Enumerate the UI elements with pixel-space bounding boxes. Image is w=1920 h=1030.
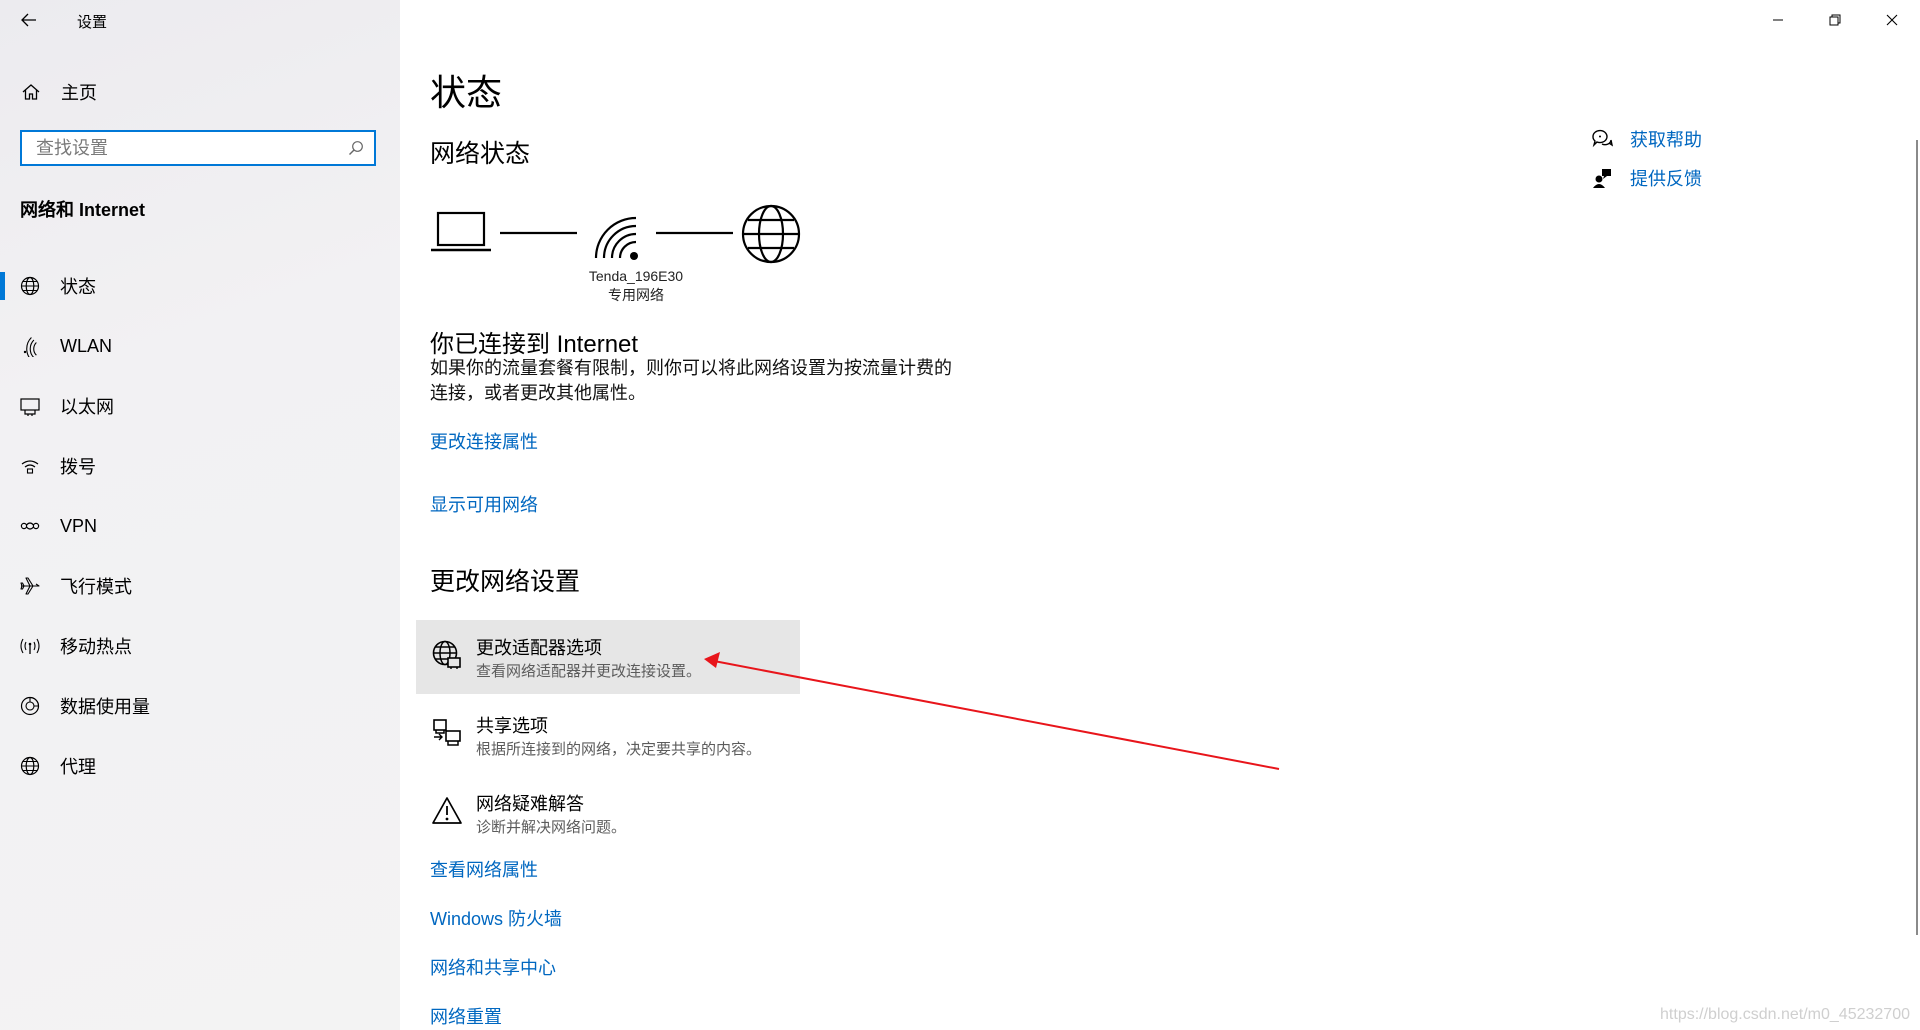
option-title: 共享选项 — [476, 716, 548, 736]
connected-description-line: 连接，或者更改其他属性。 — [430, 383, 646, 403]
airplane-icon — [18, 574, 42, 598]
sidebar-item-wlan[interactable]: WLAN — [0, 316, 400, 376]
close-button[interactable] — [1863, 0, 1920, 40]
option-description: 诊断并解决网络问题。 — [476, 819, 627, 836]
internet-globe-icon — [741, 204, 801, 264]
close-icon — [1886, 14, 1897, 26]
data-usage-icon — [18, 694, 42, 718]
sidebar-item-label: 拨号 — [60, 457, 96, 477]
settings-window: 设置 主页 网络和 Internet 状态 WL — [0, 0, 1920, 1030]
app-title: 设置 — [77, 14, 108, 31]
change-network-settings-title: 更改网络设置 — [430, 568, 581, 596]
globe-status-icon — [18, 274, 42, 298]
windows-firewall-link[interactable]: Windows 防火墙 — [430, 905, 562, 931]
option-title: 网络疑难解答 — [476, 794, 584, 814]
main-content: 状态 网络状态 Tenda_196E30 专用网络 你已连接到 Internet… — [400, 0, 1920, 1030]
sidebar-item-proxy[interactable]: 代理 — [0, 736, 400, 796]
get-help-link[interactable]: 获取帮助 — [1590, 126, 1702, 152]
connected-description: 如果你的流量套餐有限制，则你可以将此网络设置为按流量计费的 连接，或者更改其他属… — [430, 356, 970, 406]
warning-icon — [430, 794, 464, 828]
network-sharing-center-link[interactable]: 网络和共享中心 — [430, 954, 556, 980]
show-available-networks-link[interactable]: 显示可用网络 — [430, 491, 538, 517]
give-feedback-label: 提供反馈 — [1630, 169, 1702, 189]
window-controls — [1749, 0, 1920, 40]
view-network-properties-link[interactable]: 查看网络属性 — [430, 856, 538, 882]
home-icon — [20, 81, 42, 103]
sidebar-nav: 状态 WLAN 以太网 拨号 VPN 飞行模式 移动热点 数据使用量 代理 — [0, 256, 400, 796]
sharing-options-item[interactable]: 共享选项 根据所连接到的网络，决定要共享的内容。 — [416, 698, 800, 772]
sidebar: 设置 主页 网络和 Internet 状态 WL — [0, 0, 400, 1030]
sharing-icon — [430, 716, 464, 750]
network-diagram-graphic — [431, 204, 801, 264]
sidebar-item-label: 移动热点 — [60, 637, 132, 657]
network-type: 专用网络 — [608, 287, 664, 303]
restore-icon — [1829, 14, 1840, 26]
sidebar-item-vpn[interactable]: VPN — [0, 496, 400, 556]
wifi-signal-icon — [594, 216, 638, 260]
adapter-globe-icon — [430, 638, 464, 672]
give-feedback-link[interactable]: 提供反馈 — [1590, 165, 1702, 191]
titlebar-left: 设置 — [0, 0, 400, 40]
search-icon[interactable] — [348, 140, 364, 156]
back-arrow-icon — [21, 13, 36, 27]
search-box — [20, 130, 376, 166]
sidebar-item-status[interactable]: 状态 — [0, 256, 400, 316]
option-description: 查看网络适配器并更改连接设置。 — [476, 663, 702, 680]
home-label: 主页 — [61, 83, 97, 103]
change-connection-properties-link[interactable]: 更改连接属性 — [430, 428, 538, 454]
connected-title: 你已连接到 Internet — [430, 331, 639, 358]
sidebar-item-dialup[interactable]: 拨号 — [0, 436, 400, 496]
restore-button[interactable] — [1806, 0, 1863, 40]
sidebar-item-airplane[interactable]: 飞行模式 — [0, 556, 400, 616]
network-label: Tenda_196E30 专用网络 — [576, 267, 696, 305]
network-diagram: Tenda_196E30 专用网络 — [430, 200, 830, 310]
network-name: Tenda_196E30 — [588, 268, 684, 284]
sidebar-item-label: 以太网 — [60, 397, 114, 417]
sidebar-item-label: VPN — [60, 515, 98, 536]
wifi-icon — [18, 334, 42, 358]
back-button[interactable] — [12, 6, 46, 34]
vpn-icon — [18, 514, 42, 538]
section-title: 网络和 Internet — [20, 200, 146, 220]
adapter-options-item[interactable]: 更改适配器选项 查看网络适配器并更改连接设置。 — [416, 620, 800, 694]
sidebar-item-ethernet[interactable]: 以太网 — [0, 376, 400, 436]
home-nav-item[interactable]: 主页 — [0, 72, 400, 112]
sidebar-item-label: 数据使用量 — [60, 697, 150, 717]
feedback-person-icon — [1590, 166, 1614, 190]
connected-description-line: 如果你的流量套餐有限制，则你可以将此网络设置为按流量计费的 — [430, 358, 952, 378]
scrollbar[interactable] — [1916, 140, 1918, 935]
minimize-icon — [1772, 19, 1783, 21]
network-troubleshooter-item[interactable]: 网络疑难解答 诊断并解决网络问题。 — [416, 776, 800, 850]
minimize-button[interactable] — [1749, 0, 1806, 40]
network-status-title: 网络状态 — [430, 140, 531, 168]
get-help-label: 获取帮助 — [1630, 130, 1702, 150]
sidebar-item-hotspot[interactable]: 移动热点 — [0, 616, 400, 676]
option-title: 更改适配器选项 — [476, 638, 602, 658]
ethernet-icon — [18, 394, 42, 418]
dialup-icon — [18, 454, 42, 478]
sidebar-item-label: 状态 — [60, 277, 96, 297]
watermark: https://blog.csdn.net/m0_45232700 — [1660, 1006, 1910, 1023]
sidebar-item-label: 代理 — [60, 757, 96, 777]
hotspot-icon — [18, 634, 42, 658]
option-description: 根据所连接到的网络，决定要共享的内容。 — [476, 741, 762, 758]
help-chat-icon — [1590, 127, 1614, 151]
sidebar-item-label: 飞行模式 — [60, 577, 132, 597]
sidebar-item-data-usage[interactable]: 数据使用量 — [0, 676, 400, 736]
proxy-globe-icon — [18, 754, 42, 778]
sidebar-item-label: WLAN — [60, 335, 113, 356]
network-reset-link[interactable]: 网络重置 — [430, 1003, 502, 1029]
laptop-icon — [431, 211, 491, 252]
search-input[interactable] — [22, 132, 360, 164]
page-title: 状态 — [430, 72, 503, 113]
